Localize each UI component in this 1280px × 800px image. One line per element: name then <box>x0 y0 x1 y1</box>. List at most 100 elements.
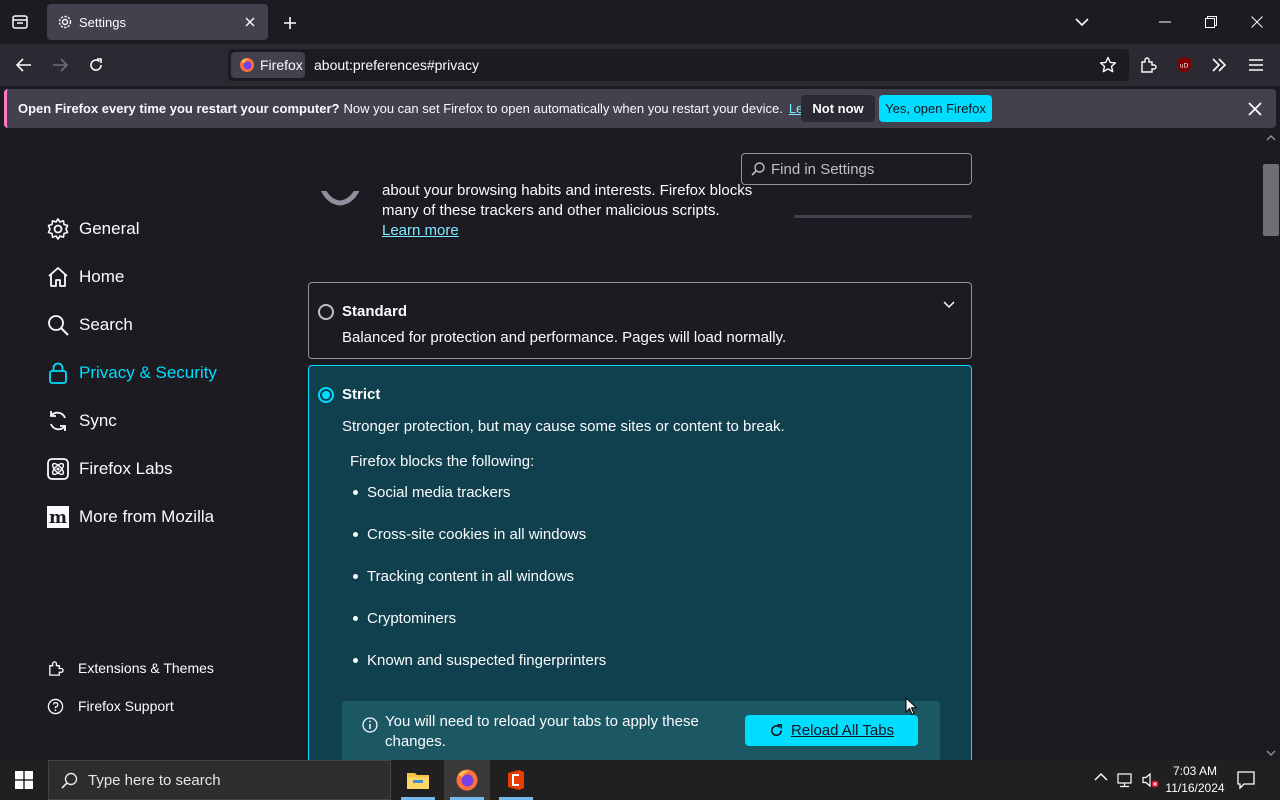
sidebar-footer-label: Firefox Support <box>78 698 174 714</box>
minimize-icon <box>1159 21 1171 23</box>
reload-button-label: Reload All Tabs <box>790 722 895 739</box>
reload-all-tabs-button[interactable]: Reload All Tabs <box>745 715 918 746</box>
sidebar-item-sync[interactable]: Sync <box>46 406 117 436</box>
taskbar-search-placeholder: Type here to search <box>88 771 221 789</box>
star-icon <box>1099 56 1117 73</box>
list-all-tabs-button[interactable] <box>1068 8 1096 36</box>
firefox-logo-icon <box>456 769 478 791</box>
tracking-description: about your browsing habits and interests… <box>382 182 762 241</box>
sidebar-item-label: Search <box>79 315 133 334</box>
double-chevron-icon <box>1212 58 1227 72</box>
sidebar-item-general[interactable]: General <box>46 214 139 244</box>
not-now-button[interactable]: Not now <box>801 95 875 122</box>
close-tab-button[interactable] <box>238 10 262 34</box>
chevron-up-icon[interactable] <box>1094 772 1108 782</box>
sidebar-extensions-themes[interactable]: Extensions & Themes <box>47 657 214 679</box>
restore-button[interactable] <box>1188 0 1234 44</box>
taskbar-file-explorer[interactable] <box>395 760 441 800</box>
notification-center-icon[interactable] <box>1236 770 1256 790</box>
clock-time: 7:03 AM <box>1172 764 1218 778</box>
notice-text: Now you can set Firefox to open automati… <box>343 101 783 116</box>
mozilla-icon: m <box>46 505 70 529</box>
tab-strip: Settings <box>0 0 1280 44</box>
sidebar-item-search[interactable]: Search <box>46 310 133 340</box>
settings-page: Find in Settings General Home Search Pri… <box>0 131 1262 760</box>
identity-box[interactable]: Firefox <box>231 52 305 78</box>
sidebar-item-home[interactable]: Home <box>46 262 124 292</box>
page-scrollbar[interactable] <box>1262 131 1280 760</box>
sidebar-firefox-support[interactable]: Firefox Support <box>47 695 174 717</box>
folder-icon <box>407 773 429 789</box>
firefox-logo-icon <box>239 57 255 73</box>
close-icon <box>245 17 255 27</box>
identity-label: Firefox <box>260 57 303 73</box>
forward-button[interactable] <box>45 50 75 80</box>
back-button[interactable] <box>9 50 39 80</box>
restore-icon <box>1205 16 1217 28</box>
yes-open-firefox-button[interactable]: Yes, open Firefox <box>879 95 992 122</box>
standard-radio[interactable] <box>318 304 334 320</box>
sidebar-item-privacy-security[interactable]: Privacy & Security <box>46 358 217 388</box>
network-icon[interactable] <box>1117 771 1135 789</box>
firefox-view-icon <box>12 15 28 29</box>
forward-arrow-icon <box>53 58 69 72</box>
chevron-down-icon[interactable] <box>943 301 955 309</box>
gear-icon <box>57 14 73 30</box>
sidebar-item-firefox-labs[interactable]: Firefox Labs <box>46 454 173 484</box>
strict-description: Stronger protection, but may cause some … <box>342 418 785 435</box>
puzzle-icon <box>47 660 64 677</box>
close-notification-button[interactable] <box>1244 98 1266 120</box>
strict-protection-option[interactable]: Strict Stronger protection, but may caus… <box>308 365 972 760</box>
close-icon <box>1248 102 1262 116</box>
app-menu-button[interactable] <box>1241 50 1271 80</box>
help-icon <box>47 698 64 715</box>
url-bar[interactable]: Firefox about:preferences#privacy <box>228 49 1129 81</box>
strict-title: Strict <box>342 386 381 403</box>
list-item: Cryptominers <box>353 610 456 627</box>
atom-icon <box>46 457 70 481</box>
reload-icon <box>771 724 782 737</box>
reload-notice: You will need to reload your tabs to app… <box>342 701 940 760</box>
sidebar-item-label: Sync <box>79 411 117 430</box>
ublock-origin-button[interactable]: uD <box>1169 50 1199 80</box>
standard-protection-option[interactable]: Standard Balanced for protection and per… <box>308 282 972 359</box>
search-icon <box>61 772 78 789</box>
taskbar-firefox[interactable] <box>444 760 490 800</box>
plus-icon <box>284 17 296 29</box>
system-clock[interactable]: 7:03 AM 11/16/2024 <box>1160 763 1230 797</box>
url-text[interactable]: about:preferences#privacy <box>314 57 479 73</box>
new-tab-button[interactable] <box>277 10 303 36</box>
sidebar-item-more-from-mozilla[interactable]: m More from Mozilla <box>46 502 214 532</box>
extensions-button[interactable] <box>1133 50 1163 80</box>
svg-text:m: m <box>49 508 67 528</box>
tab-settings[interactable]: Settings <box>47 4 268 40</box>
list-item: Tracking content in all windows <box>353 568 574 585</box>
description-line: many of these trackers and other malicio… <box>382 202 720 219</box>
reload-icon <box>90 58 102 71</box>
sidebar-item-label: Privacy & Security <box>79 363 217 382</box>
tracking-learn-more-link[interactable]: Learn more <box>382 221 762 241</box>
bookmark-star-button[interactable] <box>1097 54 1119 76</box>
reload-button[interactable] <box>81 50 111 80</box>
strict-radio[interactable] <box>318 387 334 403</box>
standard-description: Balanced for protection and performance.… <box>342 329 787 346</box>
notification-bar: Open Firefox every time you restart your… <box>4 89 1276 128</box>
taskbar-office[interactable] <box>493 760 539 800</box>
close-window-button[interactable] <box>1234 0 1280 44</box>
svg-text:uD: uD <box>1180 63 1189 70</box>
minimize-button[interactable] <box>1142 0 1188 44</box>
more-tools-button[interactable] <box>1204 50 1234 80</box>
search-input[interactable]: Find in Settings <box>741 153 972 185</box>
list-item: Cross-site cookies in all windows <box>353 526 586 543</box>
scroll-thumb[interactable] <box>1263 164 1279 236</box>
chevron-down-icon <box>1075 18 1089 27</box>
notice-title: Open Firefox every time you restart your… <box>18 101 340 116</box>
hamburger-icon <box>1249 59 1263 71</box>
start-button[interactable] <box>0 760 48 800</box>
volume-muted-icon[interactable] <box>1141 771 1159 789</box>
firefox-view-button[interactable] <box>6 8 34 36</box>
taskbar-search-box[interactable]: Type here to search <box>48 760 391 800</box>
scroll-down-icon <box>1266 750 1276 756</box>
search-icon <box>751 162 765 176</box>
ublock-icon: uD <box>1177 57 1191 73</box>
